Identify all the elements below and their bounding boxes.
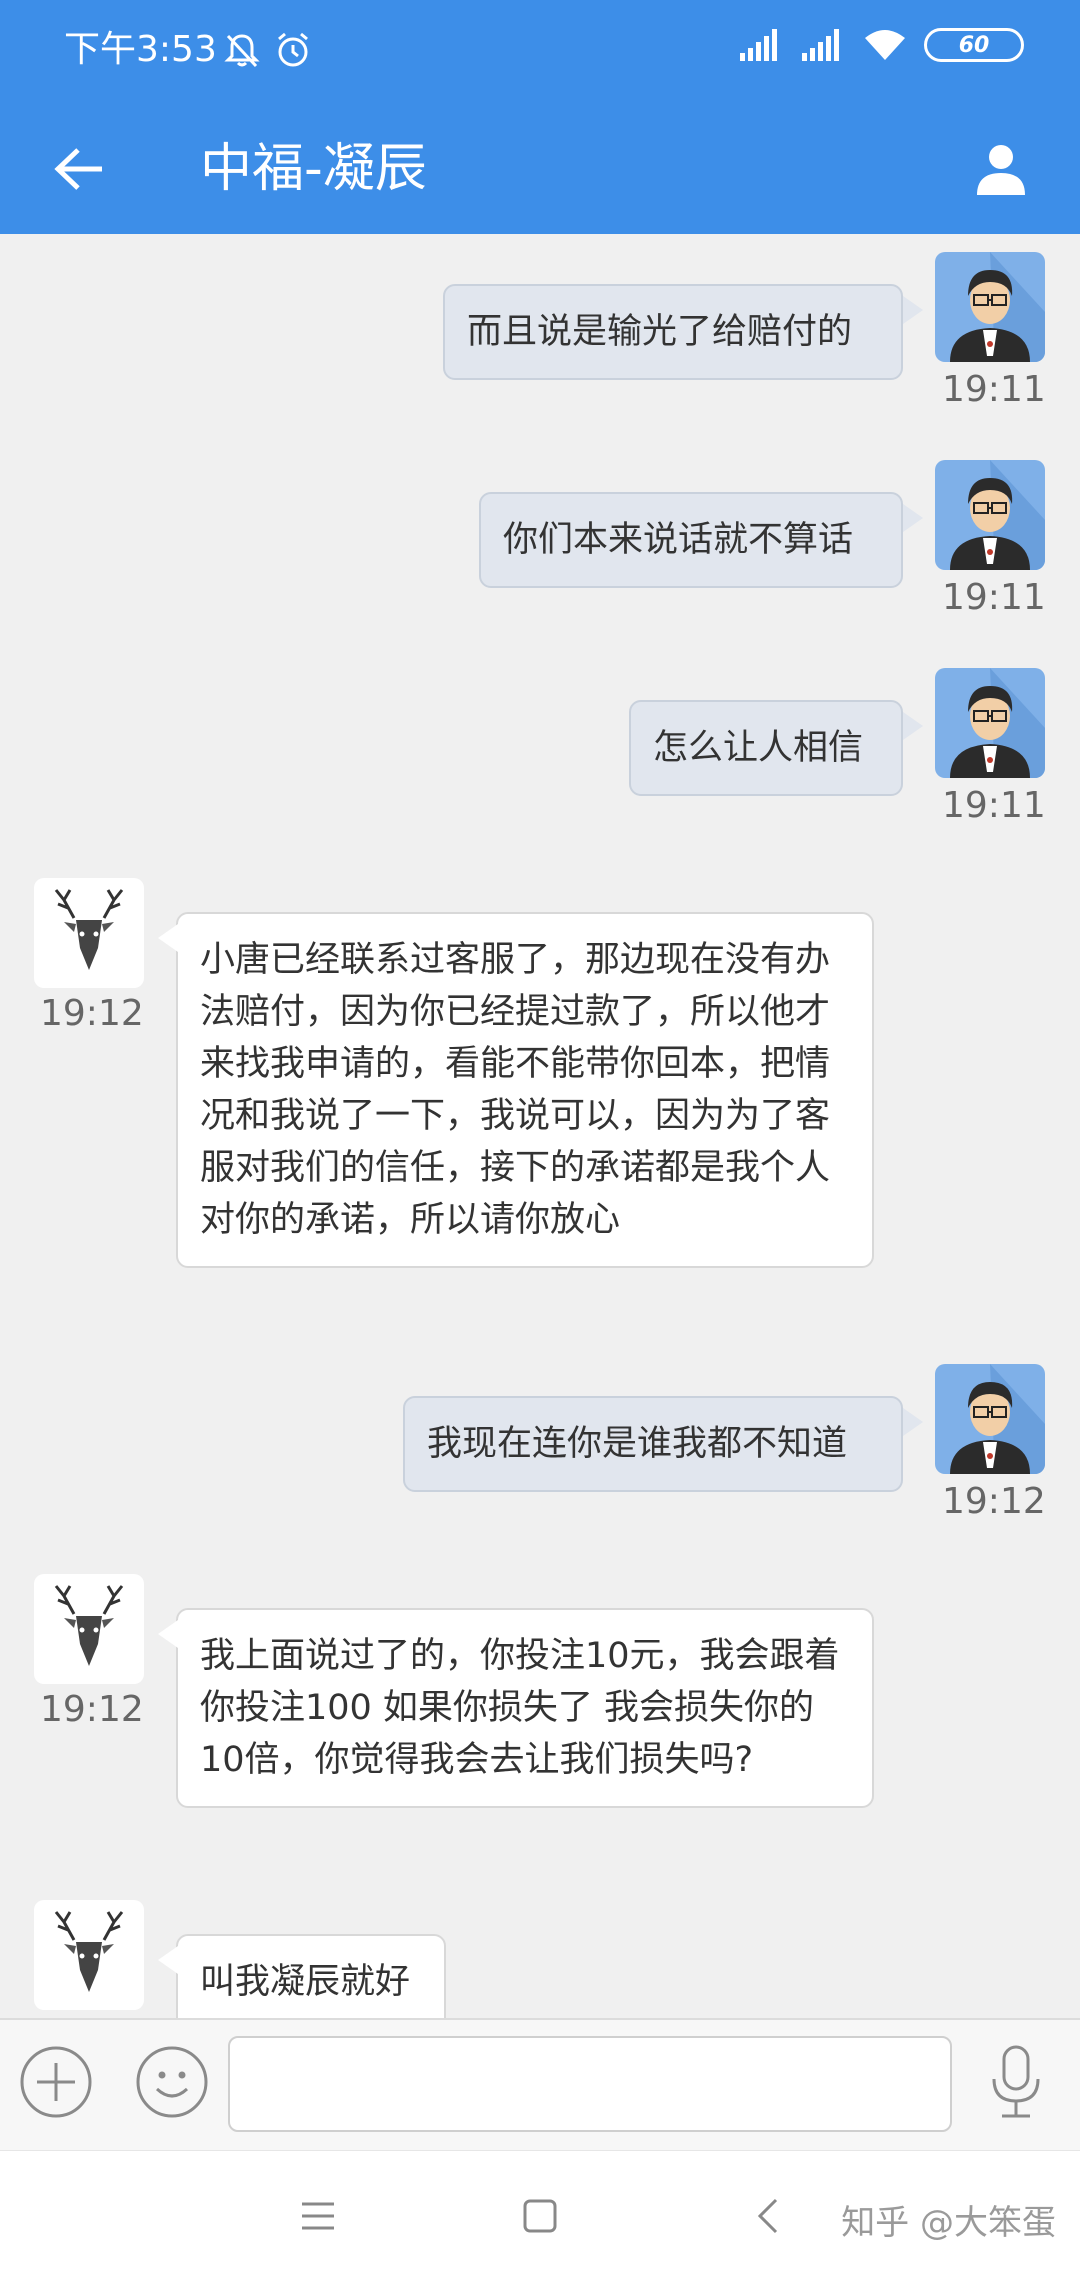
message-input[interactable] [228,2036,952,2132]
battery-indicator: 60 [924,28,1024,62]
message-bubble[interactable]: 小唐已经联系过客服了，那边现在没有办法赔付，因为你已经提过款了，所以他才来找我申… [176,912,874,1268]
home-nav-button[interactable] [510,2186,570,2246]
message-text: 怎么让人相信 [653,728,864,768]
status-icons-right: 60 [740,28,1024,62]
signal-icon-2 [802,29,839,61]
arrow-left-icon [54,148,102,190]
message-time: 19:12 [40,993,144,1034]
chat-header: 中福-凝辰 [0,104,1080,234]
bubble-tail [903,504,923,532]
message-bubble[interactable]: 怎么让人相信 [629,700,903,796]
message-text: 我上面说过了的，你投注10元，我会跟着你投注100 如果你损失了 我会损失你的1… [200,1636,840,1780]
deer-head-icon [54,889,124,970]
man-avatar-icon [950,1364,1045,1474]
mute-bell-icon [224,34,260,68]
signal-icon [740,29,777,61]
chevron-left-icon [757,2198,778,2234]
user-avatar[interactable] [935,460,1045,570]
plus-circle-icon [20,2046,92,2118]
message-text: 你们本来说话就不算话 [503,520,854,560]
bubble-tail [158,924,178,952]
emoji-button[interactable] [132,2042,212,2122]
profile-button[interactable] [958,126,1044,212]
message-time: 19:11 [942,369,1046,410]
deer-head-icon [54,1585,124,1666]
back-nav-button[interactable] [738,2186,798,2246]
status-icons-left [222,30,313,74]
message-time: 19:12 [40,1689,144,1730]
bubble-tail [158,1946,178,1974]
bubble-tail [158,1620,178,1648]
wifi-icon [865,30,905,60]
contact-avatar[interactable] [34,878,144,988]
microphone-icon [992,2045,1040,2118]
add-button[interactable] [16,2042,96,2122]
message-text: 我现在连你是谁我都不知道 [427,1424,848,1464]
message-text: 小唐已经联系过客服了，那边现在没有办法赔付，因为你已经提过款了，所以他才来找我申… [200,940,831,1240]
user-avatar[interactable] [935,252,1045,362]
message-bubble[interactable]: 你们本来说话就不算话 [479,492,903,588]
input-bar [0,2018,1080,2152]
status-time: 下午3:53 [64,29,217,70]
top-bar: 下午3:53 60 中福-凝辰 [0,0,1080,234]
message-text: 叫我凝辰就好 [200,1962,411,2002]
man-avatar-icon [950,252,1045,362]
message-time: 19:11 [942,785,1046,826]
contact-avatar[interactable] [34,1574,144,1684]
bubble-tail [903,712,923,740]
chat-title: 中福-凝辰 [200,139,427,199]
message-bubble[interactable]: 我现在连你是谁我都不知道 [403,1396,903,1492]
message-bubble[interactable]: 叫我凝辰就好 [176,1934,446,2018]
message-text: 而且说是输光了给赔付的 [467,312,853,352]
watermark: 知乎 @大笨蛋 [841,2203,1056,2243]
message-time: 19:11 [942,577,1046,618]
back-button[interactable] [40,129,120,209]
message-list[interactable]: 而且说是输光了给赔付的 19:11 你们本来说话就不算话 19:11 怎么让人相… [0,234,1080,2018]
user-avatar[interactable] [935,668,1045,778]
person-icon [977,145,1025,195]
alarm-icon [278,32,309,67]
voice-button[interactable] [976,2042,1056,2122]
menu-icon [302,2202,334,2230]
menu-nav-button[interactable] [288,2186,348,2246]
message-bubble[interactable]: 我上面说过了的，你投注10元，我会跟着你投注100 如果你损失了 我会损失你的1… [176,1608,874,1808]
man-avatar-icon [950,460,1045,570]
contact-avatar[interactable] [34,1900,144,2010]
message-bubble[interactable]: 而且说是输光了给赔付的 [443,284,903,380]
square-icon [523,2199,557,2233]
user-avatar[interactable] [935,1364,1045,1474]
status-bar: 下午3:53 60 [0,0,1080,104]
smiley-icon [136,2046,208,2118]
system-nav-bar: 知乎 @大笨蛋 [0,2150,1080,2281]
bubble-tail [903,1408,923,1436]
bubble-tail [903,296,923,324]
man-avatar-icon [950,668,1045,778]
message-time: 19:12 [942,1481,1046,1522]
deer-head-icon [54,1911,124,1992]
